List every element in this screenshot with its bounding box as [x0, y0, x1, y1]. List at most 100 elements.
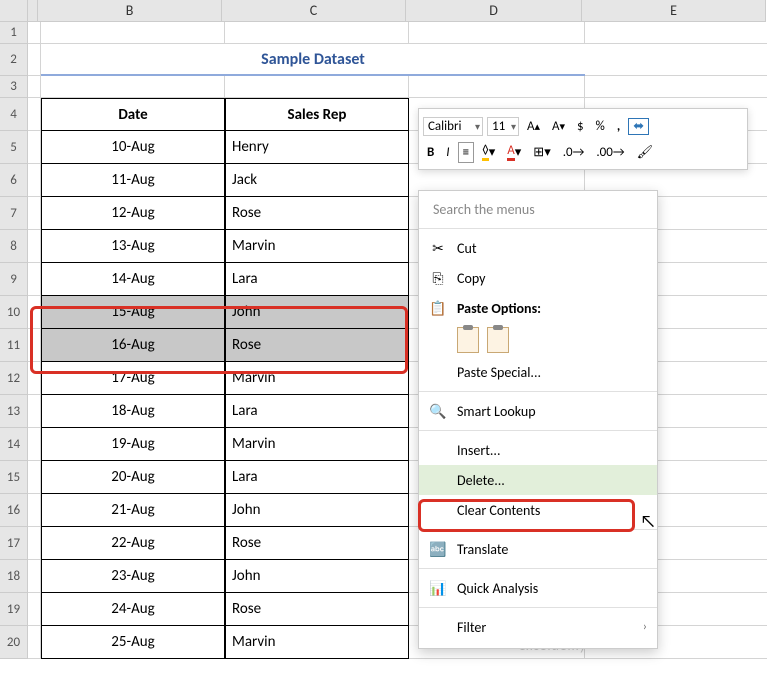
- comma-format-icon[interactable]: ,: [613, 117, 624, 136]
- merge-icon[interactable]: ⬌: [628, 118, 649, 135]
- row-header[interactable]: 15: [0, 461, 28, 494]
- cell-rep[interactable]: Marvin: [225, 362, 409, 395]
- row-header[interactable]: 11: [0, 329, 28, 362]
- col-header-a[interactable]: [28, 0, 38, 22]
- col-header-d[interactable]: D: [406, 0, 582, 22]
- borders-icon[interactable]: ⊞▾: [529, 143, 554, 162]
- cell[interactable]: [225, 22, 409, 44]
- cell-rep[interactable]: Lara: [225, 395, 409, 428]
- row-header[interactable]: 18: [0, 560, 28, 593]
- increase-decimal-icon[interactable]: .0→: [559, 143, 589, 162]
- cell[interactable]: [28, 626, 41, 659]
- cell-rep[interactable]: Rose: [225, 329, 409, 362]
- cell-rep[interactable]: Rose: [225, 593, 409, 626]
- cell-rep[interactable]: Rose: [225, 197, 409, 230]
- col-header-b[interactable]: B: [38, 0, 222, 22]
- cell-rep[interactable]: Lara: [225, 461, 409, 494]
- row-header[interactable]: 8: [0, 230, 28, 263]
- header-rep[interactable]: Sales Rep: [225, 98, 409, 131]
- cell[interactable]: [28, 593, 41, 626]
- cell-rep[interactable]: John: [225, 296, 409, 329]
- col-header-c[interactable]: C: [222, 0, 406, 22]
- cell[interactable]: [28, 395, 41, 428]
- font-size-select[interactable]: 11: [487, 117, 519, 136]
- row-header[interactable]: 9: [0, 263, 28, 296]
- cell-date[interactable]: 21-Aug: [41, 494, 225, 527]
- cell-rep[interactable]: John: [225, 560, 409, 593]
- cell[interactable]: [41, 76, 225, 98]
- cell-date[interactable]: 11-Aug: [41, 164, 225, 197]
- row-header[interactable]: 20: [0, 626, 28, 659]
- cell-date[interactable]: 20-Aug: [41, 461, 225, 494]
- menu-translate[interactable]: 🔤 Translate: [419, 534, 657, 564]
- cell[interactable]: [585, 22, 767, 44]
- paste-option-2[interactable]: [487, 327, 509, 353]
- row-header[interactable]: 7: [0, 197, 28, 230]
- cell[interactable]: [225, 76, 409, 98]
- cell-date[interactable]: 15-Aug: [41, 296, 225, 329]
- cell-rep[interactable]: Marvin: [225, 428, 409, 461]
- cell[interactable]: [28, 131, 41, 164]
- row-header[interactable]: 3: [0, 76, 28, 98]
- cell-rep[interactable]: Henry: [225, 131, 409, 164]
- menu-cut[interactable]: ✂ Cut: [419, 233, 657, 263]
- row-header[interactable]: 14: [0, 428, 28, 461]
- cell[interactable]: [409, 22, 585, 44]
- row-header[interactable]: 4: [0, 98, 28, 131]
- cell-rep[interactable]: Lara: [225, 263, 409, 296]
- decrease-decimal-icon[interactable]: .00→: [592, 143, 628, 162]
- header-date[interactable]: Date: [41, 98, 225, 131]
- cell[interactable]: [409, 76, 585, 98]
- row-header[interactable]: 19: [0, 593, 28, 626]
- font-select[interactable]: Calibri: [423, 117, 483, 136]
- cell[interactable]: [28, 494, 41, 527]
- increase-font-icon[interactable]: A▴: [523, 117, 544, 136]
- percent-format-icon[interactable]: %: [592, 117, 609, 136]
- menu-filter[interactable]: Filter ›: [419, 612, 657, 642]
- cell-rep[interactable]: Rose: [225, 527, 409, 560]
- menu-insert[interactable]: Insert...: [419, 435, 657, 465]
- paste-option-1[interactable]: [457, 327, 479, 353]
- row-header[interactable]: 10: [0, 296, 28, 329]
- italic-icon[interactable]: I: [442, 143, 453, 162]
- cell[interactable]: [28, 263, 41, 296]
- menu-clear-contents[interactable]: Clear Contents: [419, 495, 657, 525]
- cell[interactable]: [28, 164, 41, 197]
- cell[interactable]: [41, 22, 225, 44]
- align-center-icon[interactable]: ≡: [458, 142, 474, 163]
- cell-date[interactable]: 22-Aug: [41, 527, 225, 560]
- cell[interactable]: [585, 44, 767, 76]
- cell-date[interactable]: 10-Aug: [41, 131, 225, 164]
- row-header[interactable]: 1: [0, 22, 28, 44]
- fill-color-icon[interactable]: ◊▾: [478, 141, 499, 163]
- cell-date[interactable]: 18-Aug: [41, 395, 225, 428]
- menu-search[interactable]: Search the menus: [427, 197, 649, 222]
- row-header[interactable]: 16: [0, 494, 28, 527]
- cell[interactable]: [28, 362, 41, 395]
- cell-date[interactable]: 17-Aug: [41, 362, 225, 395]
- row-header[interactable]: 12: [0, 362, 28, 395]
- menu-quick-analysis[interactable]: 📊 Quick Analysis: [419, 573, 657, 603]
- row-header[interactable]: 13: [0, 395, 28, 428]
- cell-rep[interactable]: Marvin: [225, 626, 409, 659]
- cell-date[interactable]: 13-Aug: [41, 230, 225, 263]
- cell-date[interactable]: 23-Aug: [41, 560, 225, 593]
- cell-date[interactable]: 19-Aug: [41, 428, 225, 461]
- col-header-e[interactable]: E: [582, 0, 766, 22]
- font-color-icon[interactable]: A▾: [503, 141, 525, 163]
- decrease-font-icon[interactable]: A▾: [548, 117, 569, 136]
- cell[interactable]: [28, 76, 41, 98]
- menu-smart-lookup[interactable]: 🔍 Smart Lookup: [419, 396, 657, 426]
- cell[interactable]: [28, 527, 41, 560]
- row-header[interactable]: 17: [0, 527, 28, 560]
- cell-date[interactable]: 16-Aug: [41, 329, 225, 362]
- row-header[interactable]: 2: [0, 44, 28, 76]
- cell[interactable]: [28, 44, 41, 76]
- cell[interactable]: [28, 22, 41, 44]
- cell[interactable]: [28, 560, 41, 593]
- menu-copy[interactable]: ⎘ Copy: [419, 263, 657, 293]
- accounting-format-icon[interactable]: $: [573, 117, 588, 136]
- cell[interactable]: [28, 329, 41, 362]
- cell[interactable]: [28, 230, 41, 263]
- menu-paste-special[interactable]: Paste Special...: [419, 357, 657, 387]
